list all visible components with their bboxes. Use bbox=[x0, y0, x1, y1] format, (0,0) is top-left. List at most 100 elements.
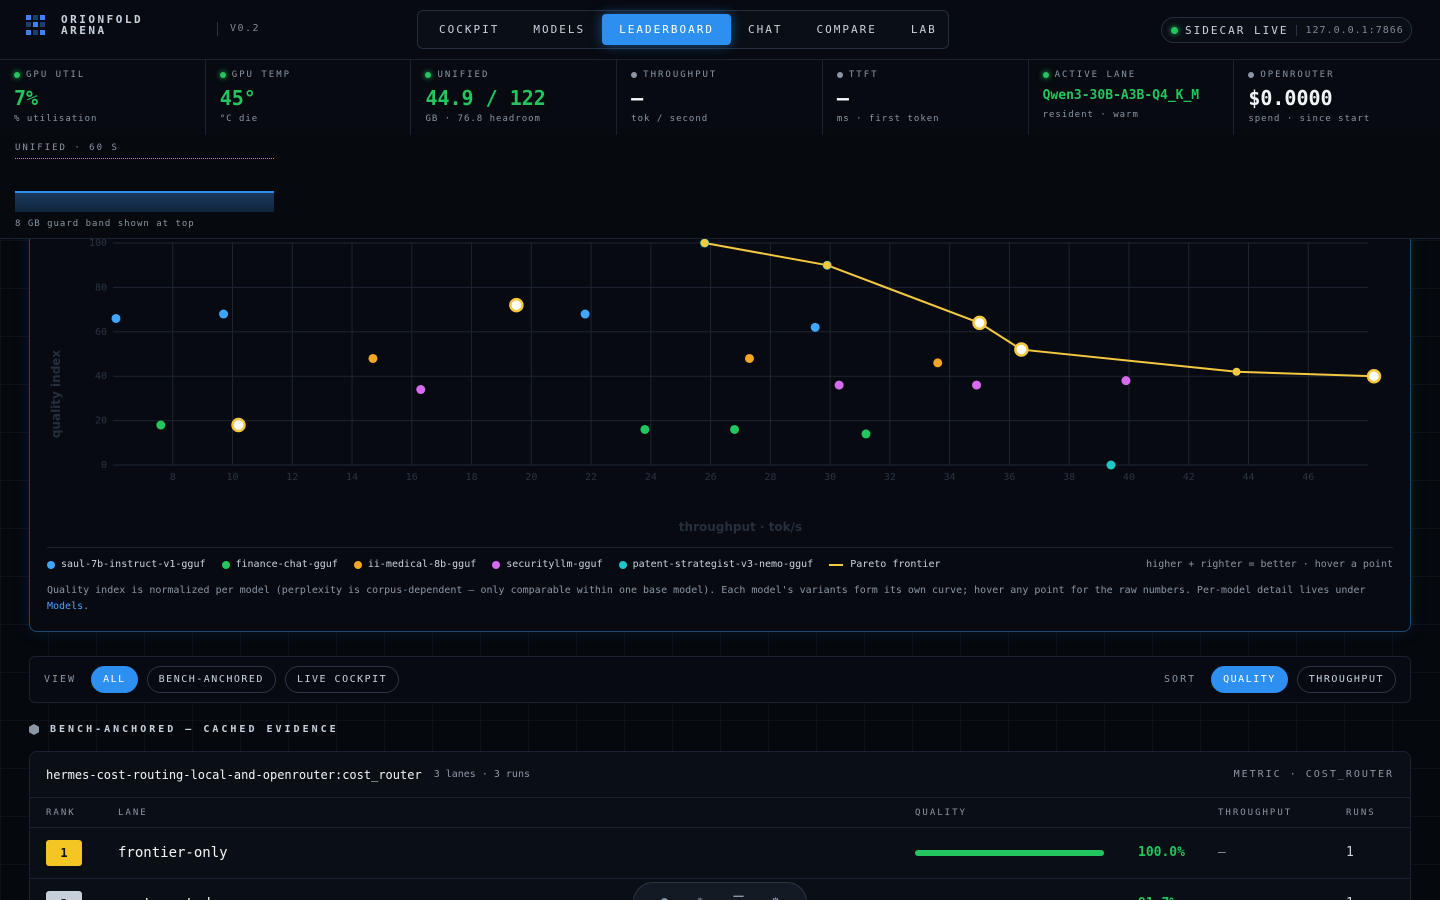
throughput-value: — bbox=[1218, 896, 1226, 900]
frontier-point[interactable] bbox=[1232, 367, 1241, 376]
card-title: hermes-cost-routing-local-and-openrouter… bbox=[46, 767, 422, 782]
gear-icon[interactable]: ⚙ bbox=[768, 894, 784, 900]
stat-label: GPU TEMP bbox=[219, 70, 411, 80]
view-bench-anchored-button[interactable]: BENCH-ANCHORED bbox=[146, 666, 276, 693]
pencil-icon[interactable]: ✎ bbox=[694, 894, 710, 900]
legend-label: saul-7b-instruct-v1-gguf bbox=[61, 559, 206, 570]
frontier-point[interactable] bbox=[700, 239, 709, 247]
data-point[interactable] bbox=[111, 313, 121, 323]
stat-label-text: ACTIVE LANE bbox=[1054, 70, 1137, 80]
view-filter-bar: VIEW ALL BENCH-ANCHORED LIVE COCKPIT SORT QU… bbox=[29, 656, 1411, 703]
frontier-point[interactable] bbox=[823, 261, 832, 270]
legend-item[interactable]: patent-strategist-v3-nemo-gguf bbox=[618, 559, 814, 570]
nav-tab-leaderboard[interactable]: LEADERBOARD bbox=[602, 14, 731, 45]
x-tick-label: 46 bbox=[1302, 472, 1314, 483]
nav-tab-compare[interactable]: COMPARE bbox=[799, 14, 893, 45]
data-point[interactable] bbox=[810, 322, 820, 332]
nav-tab-lab[interactable]: LAB bbox=[894, 14, 954, 45]
y-tick-label: 0 bbox=[101, 460, 107, 471]
col-quality[interactable]: QUALITY bbox=[915, 808, 967, 818]
data-point[interactable] bbox=[640, 424, 650, 434]
legend-item[interactable]: securityllm-gguf bbox=[492, 559, 603, 570]
stat-gpu-temp: GPU TEMP 45° °C die bbox=[206, 60, 412, 135]
highlighted-point[interactable] bbox=[509, 297, 524, 313]
col-runs[interactable]: RUNS bbox=[1346, 808, 1376, 818]
legend-label: patent-strategist-v3-nemo-gguf bbox=[632, 559, 814, 570]
stat-sub: spend · since start bbox=[1248, 114, 1371, 124]
brand-logo-icon bbox=[26, 15, 46, 35]
y-axis-label: quality index bbox=[49, 350, 63, 439]
data-point[interactable] bbox=[730, 424, 740, 434]
y-tick-label: 60 bbox=[95, 327, 107, 338]
data-point[interactable] bbox=[1121, 376, 1131, 386]
legend-item[interactable]: ii-medical-8b-gguf bbox=[353, 559, 476, 570]
data-point[interactable] bbox=[219, 309, 229, 319]
data-point[interactable] bbox=[834, 380, 844, 390]
lane-name: frontier-only bbox=[118, 845, 228, 861]
quality-bar-fill bbox=[915, 850, 1104, 856]
view-all-button[interactable]: ALL bbox=[91, 666, 138, 693]
highlighted-point[interactable] bbox=[1366, 368, 1382, 384]
legend-item[interactable]: finance-chat-gguf bbox=[221, 559, 338, 570]
data-point[interactable] bbox=[156, 420, 166, 430]
x-tick-label: 42 bbox=[1183, 472, 1195, 483]
sort-throughput-button[interactable]: THROUGHPUT bbox=[1296, 666, 1396, 693]
status-dot-icon bbox=[1248, 72, 1255, 78]
col-rank[interactable]: RANK bbox=[46, 808, 76, 818]
top-bar: ORIONFOLD ARENA V0.2 COCKPIT MODELS LEADER… bbox=[0, 0, 1440, 60]
stat-label: GPU UTIL bbox=[14, 70, 205, 80]
guard-band-line bbox=[15, 158, 274, 159]
data-point[interactable] bbox=[861, 429, 871, 439]
stat-active-lane: ACTIVE LANE Qwen3-30B-A3B-Q4_K_M resident … bbox=[1029, 60, 1235, 135]
x-tick-label: 18 bbox=[466, 472, 478, 483]
sort-quality-button[interactable]: QUALITY bbox=[1211, 666, 1288, 693]
data-point[interactable] bbox=[933, 358, 943, 368]
highlighted-point[interactable] bbox=[231, 417, 246, 433]
highlighted-point[interactable] bbox=[972, 315, 987, 331]
legend-dot-icon bbox=[618, 560, 627, 569]
section-heading: BENCH-ANCHORED — CACHED EVIDENCE bbox=[29, 724, 339, 735]
stat-value: — bbox=[631, 86, 644, 110]
legend-item-pareto[interactable]: Pareto frontier bbox=[829, 559, 941, 570]
y-tick-label: 100 bbox=[89, 238, 107, 249]
table-row[interactable]: 1 frontier-only 100.0% — 1 bbox=[30, 828, 1410, 879]
meta-separator: · bbox=[481, 769, 488, 780]
lane-name: cost-routed bbox=[118, 896, 211, 900]
sidecar-label: SIDECAR LIVE bbox=[1185, 23, 1289, 37]
quality-value: 91.7% bbox=[1138, 896, 1177, 900]
data-point[interactable] bbox=[416, 385, 426, 395]
status-dot-icon bbox=[425, 72, 432, 78]
stat-value: $0.0000 bbox=[1248, 86, 1333, 110]
data-point[interactable] bbox=[744, 353, 754, 363]
data-point[interactable] bbox=[580, 309, 590, 319]
stat-throughput: THROUGHPUT — tok / second bbox=[617, 60, 823, 135]
section-title: BENCH-ANCHORED — CACHED EVIDENCE bbox=[50, 724, 339, 735]
runs-value: 1 bbox=[1346, 896, 1354, 900]
data-point[interactable] bbox=[368, 353, 378, 363]
nav-tab-chat[interactable]: CHAT bbox=[731, 14, 800, 45]
brand-name: ORIONFOLD ARENA bbox=[61, 14, 143, 36]
data-point[interactable] bbox=[972, 380, 982, 390]
sidecar-status[interactable]: SIDECAR LIVE 127.0.0.1:7866 bbox=[1161, 17, 1412, 43]
leaderboard-card: hermes-cost-routing-local-and-openrouter… bbox=[29, 751, 1411, 900]
models-link[interactable]: Models bbox=[47, 601, 83, 612]
runs-value: 1 bbox=[1346, 845, 1354, 860]
brand[interactable]: ORIONFOLD ARENA V0.2 bbox=[26, 14, 259, 36]
col-throughput[interactable]: THROUGHPUT bbox=[1218, 808, 1292, 818]
x-tick-label: 26 bbox=[705, 472, 717, 483]
nav-tab-cockpit[interactable]: COCKPIT bbox=[422, 14, 516, 45]
status-dot-icon bbox=[219, 72, 226, 78]
col-lane[interactable]: LANE bbox=[118, 808, 148, 818]
menu-icon[interactable]: ☰ bbox=[731, 894, 747, 900]
highlighted-point[interactable] bbox=[1014, 342, 1029, 357]
stat-sub: GB · 76.8 headroom bbox=[425, 114, 541, 124]
data-point[interactable] bbox=[1106, 460, 1116, 470]
status-dot-icon bbox=[631, 72, 638, 78]
user-icon[interactable]: ● bbox=[657, 894, 673, 900]
legend-item[interactable]: saul-7b-instruct-v1-gguf bbox=[47, 559, 206, 570]
nav-tab-models[interactable]: MODELS bbox=[516, 14, 602, 45]
view-live-cockpit-button[interactable]: LIVE COCKPIT bbox=[284, 666, 400, 693]
unified-label: UNIFIED · 60 S bbox=[15, 143, 119, 153]
stat-label: OPENROUTER bbox=[1248, 70, 1440, 80]
x-tick-label: 40 bbox=[1123, 472, 1135, 483]
